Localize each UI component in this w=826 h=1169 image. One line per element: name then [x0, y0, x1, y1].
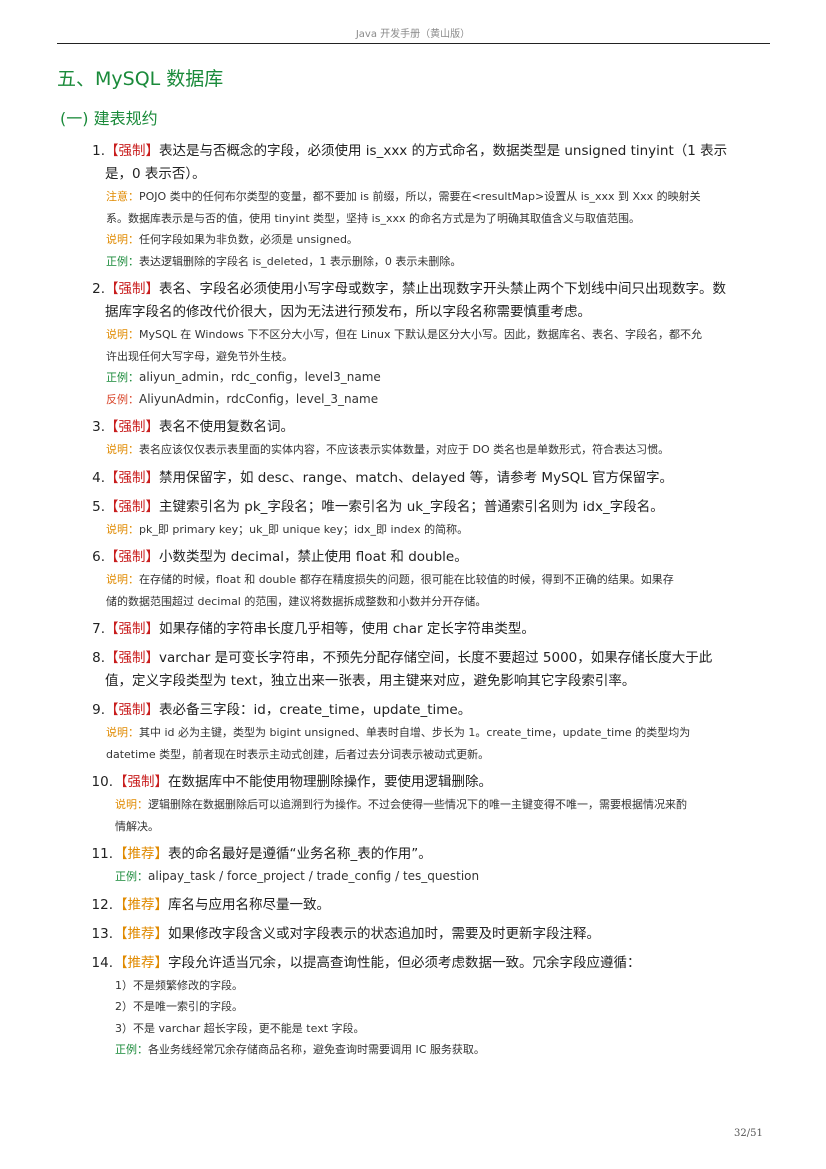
- rule-text: 表必备三字段：id，create_time，update_time。: [159, 702, 472, 718]
- mandatory-tag: 【强制】: [105, 702, 159, 718]
- rule-number: 11.: [91, 846, 113, 862]
- rule-number: 8.: [92, 650, 105, 666]
- rule-text: 表名不使用复数名词。: [159, 419, 294, 435]
- rule-number: 4.: [92, 469, 105, 486]
- recommended-tag: 【推荐】: [114, 954, 168, 971]
- positive-example-label: 正例：: [106, 371, 139, 384]
- rule-number: 10.: [91, 774, 113, 790]
- mandatory-tag: 【强制】: [105, 650, 159, 666]
- explain-text: pk_即 primary key；uk_即 unique key；idx_即 i…: [139, 522, 469, 536]
- positive-example-label: 正例：: [115, 1043, 148, 1056]
- explain-text-continued: 情解决。: [115, 819, 159, 833]
- rule-text: 库名与应用名称尽量一致。: [168, 896, 330, 913]
- section-title: 五、MySQL 数据库: [57, 68, 224, 90]
- rule-text: 字段允许适当冗余，以提高查询性能，但必须考虑数据一致。冗余字段应遵循：: [168, 954, 641, 971]
- rule-number: 13.: [91, 925, 113, 942]
- rule-number: 5.: [92, 498, 105, 515]
- rule-14: 14. 【推荐】字段允许适当冗余，以提高查询性能，但必须考虑数据一致。冗余字段应遵…: [0, 952, 826, 1061]
- rule-text: 表达是与否概念的字段，必须使用 is_xxx 的方式命名，数据类型是 unsig…: [159, 143, 728, 159]
- rule-number: 3.: [92, 419, 105, 435]
- note-text-continued: 系。数据库表示是与否的值，使用 tinyint 类型，坚持 is_xxx 的命名…: [106, 211, 640, 225]
- explain-label: 说明：: [106, 443, 139, 456]
- explain-label: 说明：: [106, 233, 139, 246]
- note-text: POJO 类中的任何布尔类型的变量，都不要加 is 前缀，所以，需要在<resu…: [139, 190, 701, 203]
- rule-3: 3. 【强制】表名不使用复数名词。 说明：表名应该仅仅表示表里面的实体内容，不应该…: [0, 416, 826, 461]
- explain-text-continued: 储的数据范围超过 decimal 的范围，建议将数据拆成整数和小数并分开存储。: [106, 594, 487, 608]
- explain-text-continued: 许出现任何大写字母，避免节外生枝。: [106, 349, 293, 363]
- rule-text: 表名、字段名必须使用小写字母或数字，禁止出现数字开头禁止两个下划线中间只出现数字…: [159, 281, 726, 297]
- rule-12: 12. 【推荐】库名与应用名称尽量一致。: [0, 894, 826, 917]
- sub-item: 1）不是频繁修改的字段。: [115, 978, 243, 992]
- rule-4: 4. 【强制】禁用保留字，如 desc、range、match、delayed 等…: [0, 467, 826, 490]
- recommended-tag: 【推荐】: [114, 925, 168, 942]
- rule-10: 10. 【强制】在数据库中不能使用物理删除操作，要使用逻辑删除。 说明：逻辑删除在…: [0, 771, 826, 837]
- explain-text: 表名应该仅仅表示表里面的实体内容，不应该表示实体数量，对应于 DO 类名也是单数…: [139, 443, 670, 456]
- positive-example-label: 正例：: [115, 870, 148, 883]
- rule-text: 如果存储的字符串长度几乎相等，使用 char 定长字符串类型。: [159, 621, 535, 637]
- rule-number: 9.: [92, 702, 105, 718]
- sub-item: 3）不是 varchar 超长字段，更不能是 text 字段。: [115, 1021, 365, 1035]
- explain-label: 说明：: [106, 522, 139, 536]
- negative-example-label: 反例：: [106, 392, 139, 406]
- negative-example-text: AliyunAdmin，rdcConfig，level_3_name: [139, 391, 379, 406]
- positive-example-label: 正例：: [106, 254, 139, 268]
- rule-7: 7. 【强制】如果存储的字符串长度几乎相等，使用 char 定长字符串类型。: [0, 618, 826, 641]
- rule-9: 9. 【强制】表必备三字段：id，create_time，update_time。…: [0, 699, 826, 765]
- rule-5: 5. 【强制】主键索引名为 pk_字段名；唯一索引名为 uk_字段名；普通索引名则…: [0, 496, 826, 541]
- subsection-title: (一) 建表规约: [60, 109, 158, 128]
- explain-text-continued: datetime 类型，前者现在时表示主动式创建，后者过去分词表示被动式更新。: [106, 747, 490, 761]
- mandatory-tag: 【强制】: [105, 469, 159, 486]
- positive-example-text: aliyun_admin，rdc_config，level3_name: [139, 370, 381, 384]
- explain-text: 任何字段如果为非负数，必须是 unsigned。: [139, 233, 358, 246]
- rule-text: 如果修改字段含义或对字段表示的状态追加时，需要及时更新字段注释。: [168, 925, 600, 942]
- rule-text: 主键索引名为 pk_字段名；唯一索引名为 uk_字段名；普通索引名则为 idx_…: [159, 498, 664, 515]
- explain-label: 说明：: [106, 726, 139, 739]
- rule-text: 表的命名最好是遵循“业务名称_表的作用”。: [168, 846, 432, 862]
- mandatory-tag: 【强制】: [105, 498, 159, 515]
- rule-6: 6. 【强制】小数类型为 decimal，禁止使用 float 和 double。…: [0, 546, 826, 612]
- rule-text-continued: 是，0 表示否）。: [105, 166, 206, 182]
- rule-number: 1.: [92, 143, 105, 159]
- mandatory-tag: 【强制】: [105, 281, 159, 297]
- sub-item: 2）不是唯一索引的字段。: [115, 1000, 243, 1013]
- rule-text-continued: 值，定义字段类型为 text，独立出来一张表，用主键来对应，避免影响其它字段索引…: [105, 673, 636, 689]
- rules-list: 1. 【强制】表达是与否概念的字段，必须使用 is_xxx 的方式命名，数据类型是…: [0, 140, 826, 1061]
- rule-text: 小数类型为 decimal，禁止使用 float 和 double。: [159, 549, 468, 565]
- mandatory-tag: 【强制】: [105, 419, 159, 435]
- page-header: Java 开发手册（黄山版）: [355, 29, 471, 40]
- rule-text: 禁用保留字，如 desc、range、match、delayed 等，请参考 M…: [159, 469, 674, 486]
- header-divider: [57, 43, 770, 44]
- rule-11: 11. 【推荐】表的命名最好是遵循“业务名称_表的作用”。 正例：alipay_t…: [0, 843, 826, 888]
- recommended-tag: 【推荐】: [114, 846, 168, 862]
- mandatory-tag: 【强制】: [114, 774, 168, 790]
- rule-text: 在数据库中不能使用物理删除操作，要使用逻辑删除。: [168, 774, 492, 790]
- rule-text: varchar 是可变长字符串，不预先分配存储空间，长度不要超过 5000，如果…: [159, 650, 713, 666]
- rule-number: 14.: [91, 954, 113, 971]
- rule-8: 8. 【强制】varchar 是可变长字符串，不预先分配存储空间，长度不要超过 5…: [0, 647, 826, 693]
- recommended-tag: 【推荐】: [114, 896, 168, 913]
- positive-example-text: 各业务线经常冗余存储商品名称，避免查询时需要调用 IC 服务获取。: [148, 1043, 485, 1056]
- note-label: 注意：: [106, 190, 139, 203]
- mandatory-tag: 【强制】: [105, 143, 159, 159]
- explain-text: 在存储的时候，float 和 double 都存在精度损失的问题，很可能在比较值…: [139, 573, 674, 586]
- mandatory-tag: 【强制】: [105, 549, 159, 565]
- page-number: 32/51: [734, 1128, 763, 1139]
- explain-text: 逻辑删除在数据删除后可以追溯到行为操作。不过会使得一些情况下的唯一主键变得不唯一…: [148, 798, 687, 811]
- rule-1: 1. 【强制】表达是与否概念的字段，必须使用 is_xxx 的方式命名，数据类型是…: [0, 140, 826, 272]
- rule-number: 2.: [92, 281, 105, 297]
- rule-2: 2. 【强制】表名、字段名必须使用小写字母或数字，禁止出现数字开头禁止两个下划线中…: [0, 278, 826, 410]
- explain-text: MySQL 在 Windows 下不区分大小写，但在 Linux 下默认是区分大…: [139, 328, 702, 341]
- explain-text: 其中 id 必为主键，类型为 bigint unsigned、单表时自增、步长为…: [139, 726, 691, 739]
- positive-example-text: 表达逻辑删除的字段名 is_deleted，1 表示删除，0 表示未删除。: [139, 254, 462, 268]
- mandatory-tag: 【强制】: [105, 621, 159, 637]
- rule-text-continued: 据库字段名的修改代价很大，因为无法进行预发布，所以字段名称需要慎重考虑。: [105, 304, 591, 320]
- explain-label: 说明：: [106, 328, 139, 341]
- rule-number: 12.: [91, 896, 113, 913]
- positive-example-text: alipay_task / force_project / trade_conf…: [148, 869, 480, 883]
- explain-label: 说明：: [115, 798, 148, 811]
- rule-number: 7.: [92, 621, 105, 637]
- explain-label: 说明：: [106, 573, 139, 586]
- rule-number: 6.: [92, 549, 105, 565]
- rule-13: 13. 【推荐】如果修改字段含义或对字段表示的状态追加时，需要及时更新字段注释。: [0, 923, 826, 946]
